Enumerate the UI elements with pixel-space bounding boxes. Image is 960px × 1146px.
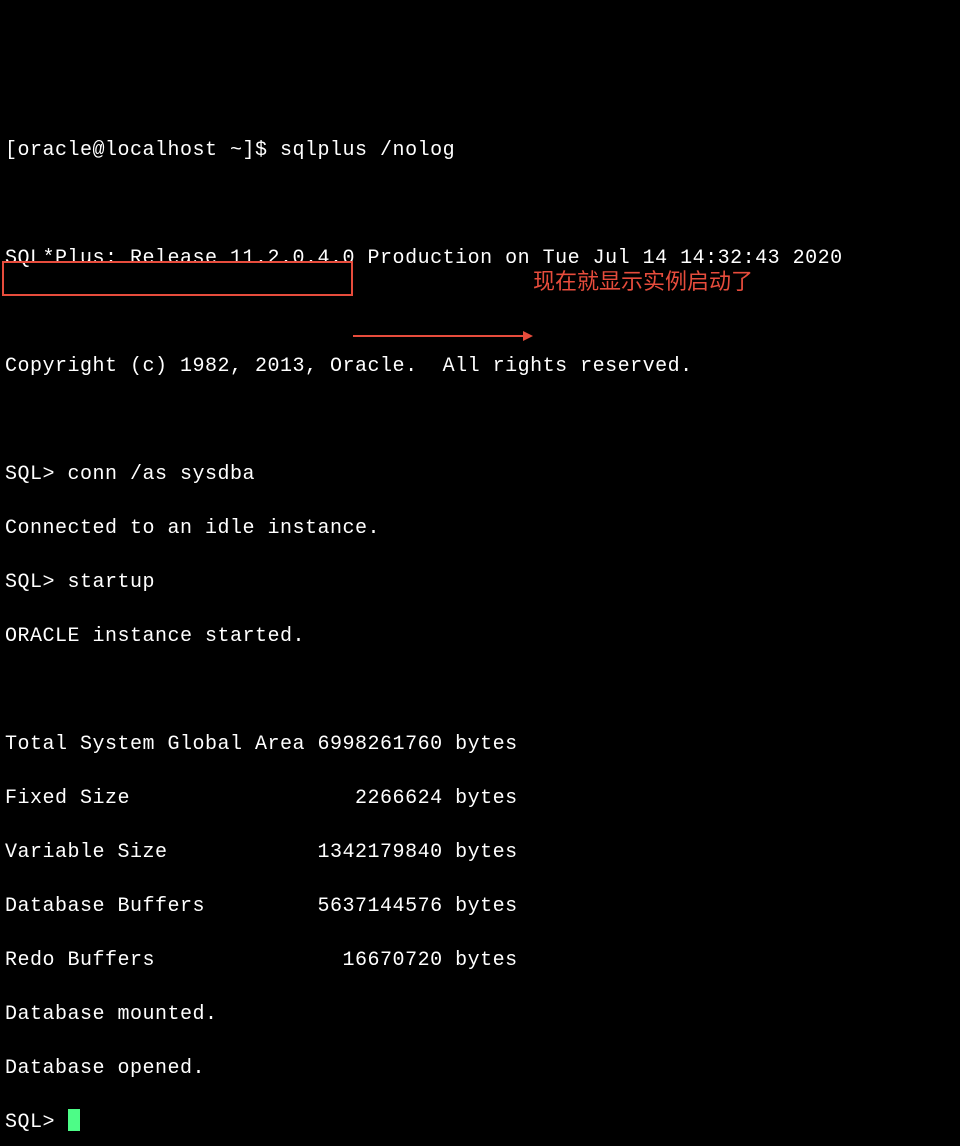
instance-started-line: ORACLE instance started. bbox=[5, 623, 955, 650]
sga-line: Total System Global Area 6998261760 byte… bbox=[5, 731, 955, 758]
sql-prompt-line[interactable]: SQL> bbox=[5, 1109, 955, 1136]
blank-line bbox=[5, 677, 955, 704]
redo-buffers-line: Redo Buffers 16670720 bytes bbox=[5, 947, 955, 974]
db-buffers-line: Database Buffers 5637144576 bytes bbox=[5, 893, 955, 920]
sql-startup-line: SQL> startup bbox=[5, 569, 955, 596]
sqlplus-banner: SQL*Plus: Release 11.2.0.4.0 Production … bbox=[5, 245, 955, 272]
blank-line bbox=[5, 299, 955, 326]
blank-line bbox=[5, 407, 955, 434]
annotation-text: 现在就显示实例启动了 bbox=[533, 268, 753, 295]
fixed-size-line: Fixed Size 2266624 bytes bbox=[5, 785, 955, 812]
shell-prompt-line: [oracle@localhost ~]$ sqlplus /nolog bbox=[5, 137, 955, 164]
cursor-icon bbox=[68, 1109, 80, 1131]
blank-line bbox=[5, 191, 955, 218]
sql-conn-line: SQL> conn /as sysdba bbox=[5, 461, 955, 488]
opened-line: Database opened. bbox=[5, 1055, 955, 1082]
connected-line: Connected to an idle instance. bbox=[5, 515, 955, 542]
terminal-output[interactable]: [oracle@localhost ~]$ sqlplus /nolog SQL… bbox=[0, 108, 960, 1146]
copyright-line: Copyright (c) 1982, 2013, Oracle. All ri… bbox=[5, 353, 955, 380]
variable-size-line: Variable Size 1342179840 bytes bbox=[5, 839, 955, 866]
mounted-line: Database mounted. bbox=[5, 1001, 955, 1028]
sql-prompt-text: SQL> bbox=[5, 1111, 68, 1134]
